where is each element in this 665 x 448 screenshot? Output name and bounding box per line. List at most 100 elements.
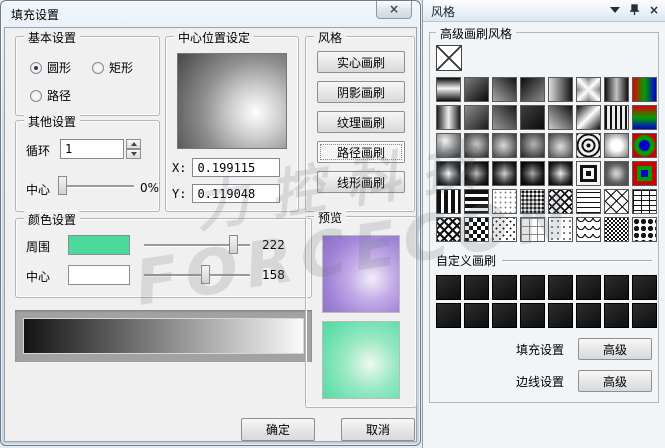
brush-style-pat-scales[interactable]	[576, 217, 601, 242]
brush-style-grad-d2[interactable]	[492, 77, 517, 102]
custom-brush-swatch[interactable]	[576, 303, 601, 328]
brush-style-rgb-v[interactable]	[632, 77, 657, 102]
radio-circle[interactable]: 圆形	[30, 59, 71, 76]
center-color-slider-track[interactable]	[144, 274, 250, 276]
center-slider-track[interactable]	[62, 185, 134, 187]
brush-style-sq-white[interactable]	[604, 161, 629, 186]
brush-style-grad-vband2[interactable]	[436, 105, 461, 130]
radio-rectangle[interactable]: 矩形	[92, 59, 133, 76]
brush-style-pat-diamonddots[interactable]	[492, 217, 517, 242]
style-panel-header[interactable]: 风格 ×	[423, 0, 665, 22]
center-slider-thumb[interactable]	[58, 176, 67, 195]
brush-style-rad-c1[interactable]	[464, 133, 489, 158]
brush-style-rad-c2[interactable]	[492, 133, 517, 158]
center-color-slider[interactable]	[144, 265, 250, 285]
ok-button[interactable]: 确定	[241, 418, 315, 441]
surround-color-slider[interactable]	[144, 235, 250, 255]
custom-brush-swatch[interactable]	[464, 275, 489, 300]
custom-brush-swatch[interactable]	[492, 303, 517, 328]
loop-input[interactable]	[60, 139, 124, 159]
brush-style-pat-circles[interactable]	[632, 217, 657, 242]
brush-style-stripes-v[interactable]	[604, 105, 629, 130]
fill-advanced-button[interactable]: 高级	[578, 338, 652, 360]
brush-style-rgb-h[interactable]	[632, 105, 657, 130]
spinner-down-icon[interactable]	[126, 149, 141, 159]
custom-brush-swatch[interactable]	[520, 275, 545, 300]
brush-style-grad-v1[interactable]	[548, 77, 573, 102]
custom-brush-swatch[interactable]	[520, 303, 545, 328]
texture-brush-button[interactable]: 纹理画刷	[317, 111, 405, 133]
custom-brush-swatch[interactable]	[464, 303, 489, 328]
center-color-swatch[interactable]	[68, 265, 130, 285]
brush-style-pat-diagbrick[interactable]	[604, 189, 629, 214]
custom-brush-swatch[interactable]	[548, 275, 573, 300]
center-position-preview[interactable]	[177, 53, 287, 149]
edge-advanced-button[interactable]: 高级	[578, 370, 652, 392]
y-input[interactable]	[192, 184, 280, 203]
center-color-slider-thumb[interactable]	[201, 265, 210, 284]
path-brush-button[interactable]: 路径画刷	[317, 141, 405, 163]
brush-style-grad-diagline[interactable]	[576, 105, 601, 130]
brush-style-pat-dots[interactable]	[548, 217, 573, 242]
custom-brush-swatch[interactable]	[548, 303, 573, 328]
spinner-up-icon[interactable]	[126, 139, 141, 149]
brush-style-rad-c3[interactable]	[520, 133, 545, 158]
shadow-brush-button[interactable]: 阴影画刷	[317, 81, 405, 103]
solid-brush-button[interactable]: 实心画刷	[317, 51, 405, 73]
dialog-titlebar[interactable]: 填充设置 ×	[1, 1, 420, 27]
brush-style-dia-3[interactable]	[492, 161, 517, 186]
brush-style-pat-grid[interactable]	[520, 217, 545, 242]
brush-style-grad-d1[interactable]	[464, 77, 489, 102]
custom-brush-swatch[interactable]	[632, 275, 657, 300]
brush-style-pat-dots-dense[interactable]	[520, 189, 545, 214]
brush-style-rad-big[interactable]	[604, 133, 629, 158]
no-brush-swatch[interactable]	[436, 45, 462, 71]
brush-style-sq-rings[interactable]	[576, 161, 601, 186]
brush-style-dia-2[interactable]	[464, 161, 489, 186]
custom-brush-swatch[interactable]	[492, 275, 517, 300]
x-input[interactable]	[192, 158, 280, 177]
brush-style-pat-zigzag[interactable]	[548, 189, 573, 214]
brush-style-pat-brick[interactable]	[632, 189, 657, 214]
custom-brush-swatch[interactable]	[436, 275, 461, 300]
brush-style-pat-checker[interactable]	[604, 217, 629, 242]
custom-brush-swatch[interactable]	[632, 303, 657, 328]
custom-brush-swatch[interactable]	[436, 303, 461, 328]
brush-style-grad-d6[interactable]	[520, 105, 545, 130]
brush-style-dia-1[interactable]	[436, 161, 461, 186]
brush-style-rad-tl[interactable]	[436, 133, 461, 158]
brush-style-pat-dash-v[interactable]	[464, 189, 489, 214]
brush-style-rgb-circle[interactable]	[632, 133, 657, 158]
brush-style-rad-c4[interactable]	[548, 133, 573, 158]
brush-style-grad-xcross[interactable]	[576, 77, 601, 102]
brush-style-rgb-square[interactable]	[632, 161, 657, 186]
custom-brush-swatch[interactable]	[604, 275, 629, 300]
brush-style-rings[interactable]	[576, 133, 601, 158]
cancel-button[interactable]: 取消	[341, 418, 415, 441]
brush-style-pat-blocks[interactable]	[464, 217, 489, 242]
panel-close-icon[interactable]: ×	[649, 4, 659, 16]
surround-slider-thumb[interactable]	[229, 235, 238, 254]
line-brush-button[interactable]: 线形画刷	[317, 171, 405, 193]
custom-brush-swatch[interactable]	[604, 303, 629, 328]
center-slider[interactable]	[62, 176, 134, 196]
brush-style-grad-vband[interactable]	[604, 77, 629, 102]
brush-style-pat-weave[interactable]	[436, 217, 461, 242]
chevron-down-icon[interactable]	[610, 7, 620, 13]
brush-style-pat-dash-h[interactable]	[436, 189, 461, 214]
brush-style-pat-dots-light[interactable]	[492, 189, 517, 214]
brush-style-dia-4[interactable]	[520, 161, 545, 186]
pin-icon[interactable]	[629, 4, 640, 16]
brush-style-grad-d5[interactable]	[492, 105, 517, 130]
close-button[interactable]: ×	[376, 1, 412, 19]
brush-style-grad-v2[interactable]	[548, 105, 573, 130]
brush-style-grad-d3[interactable]	[520, 77, 545, 102]
surround-color-swatch[interactable]	[68, 235, 130, 255]
brush-style-pat-wave[interactable]	[576, 189, 601, 214]
loop-spinner[interactable]	[126, 139, 141, 159]
custom-brush-swatch[interactable]	[576, 275, 601, 300]
radio-path[interactable]: 路径	[30, 87, 71, 104]
brush-style-grad-hband[interactable]	[436, 77, 461, 102]
brush-style-dia-5[interactable]	[548, 161, 573, 186]
brush-style-grad-d4[interactable]	[464, 105, 489, 130]
